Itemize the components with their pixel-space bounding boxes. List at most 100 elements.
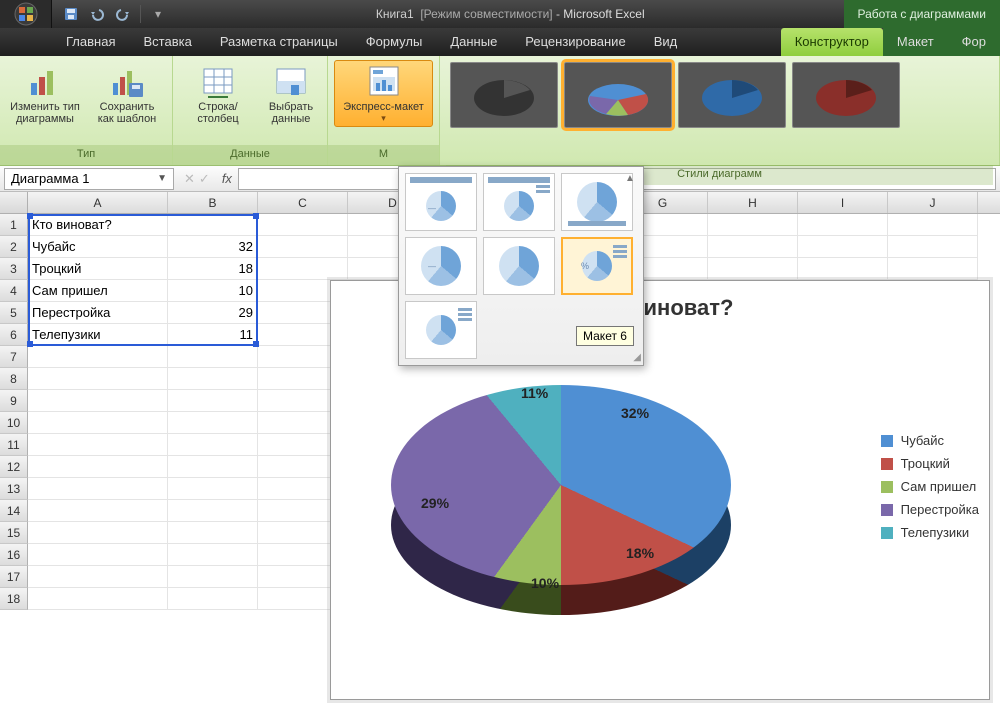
legend-item-0[interactable]: Чубайс bbox=[881, 433, 979, 448]
select-data-button[interactable]: Выбрать данные bbox=[261, 60, 321, 128]
cell-B15[interactable] bbox=[168, 522, 258, 544]
row-header-17[interactable]: 17 bbox=[0, 566, 28, 588]
cell-B5[interactable]: 29 bbox=[168, 302, 258, 324]
row-header-10[interactable]: 10 bbox=[0, 412, 28, 434]
cell-B2[interactable]: 32 bbox=[168, 236, 258, 258]
cell-A2[interactable]: Чубайс bbox=[28, 236, 168, 258]
undo-icon[interactable] bbox=[88, 5, 106, 23]
row-header-1[interactable]: 1 bbox=[0, 214, 28, 236]
enter-formula-icon[interactable]: ✓ bbox=[199, 171, 210, 187]
gallery-resize-grip[interactable]: ◢ bbox=[633, 352, 641, 363]
tab-Формулы[interactable]: Формулы bbox=[352, 28, 437, 56]
chart-style-3[interactable] bbox=[678, 62, 786, 128]
qat-customize-icon[interactable]: ▾ bbox=[149, 5, 167, 23]
cell-A10[interactable] bbox=[28, 412, 168, 434]
layout-option-4[interactable]: — bbox=[405, 237, 477, 295]
chart-legend[interactable]: Чубайс Троцкий Сам пришел Перестройка Телепу… bbox=[881, 425, 979, 548]
tab-Рецензирование[interactable]: Рецензирование bbox=[511, 28, 639, 56]
cell-A15[interactable] bbox=[28, 522, 168, 544]
cell-I2[interactable] bbox=[798, 236, 888, 258]
tab-Вид[interactable]: Вид bbox=[640, 28, 692, 56]
row-header-11[interactable]: 11 bbox=[0, 434, 28, 456]
cell-A16[interactable] bbox=[28, 544, 168, 566]
row-header-13[interactable]: 13 bbox=[0, 478, 28, 500]
cell-H3[interactable] bbox=[708, 258, 798, 280]
save-icon[interactable] bbox=[62, 5, 80, 23]
row-header-18[interactable]: 18 bbox=[0, 588, 28, 610]
cell-J1[interactable] bbox=[888, 214, 978, 236]
cell-B4[interactable]: 10 bbox=[168, 280, 258, 302]
cell-B13[interactable] bbox=[168, 478, 258, 500]
cell-A12[interactable] bbox=[28, 456, 168, 478]
cell-B11[interactable] bbox=[168, 434, 258, 456]
chevron-down-icon[interactable]: ▼ bbox=[157, 169, 167, 189]
layout-option-6[interactable]: % bbox=[561, 237, 633, 295]
row-header-16[interactable]: 16 bbox=[0, 544, 28, 566]
cell-A5[interactable]: Перестройка bbox=[28, 302, 168, 324]
legend-item-3[interactable]: Перестройка bbox=[881, 502, 979, 517]
cell-A18[interactable] bbox=[28, 588, 168, 610]
layout-option-7[interactable] bbox=[405, 301, 477, 359]
cell-A17[interactable] bbox=[28, 566, 168, 588]
tab-Вставка[interactable]: Вставка bbox=[129, 28, 205, 56]
row-header-3[interactable]: 3 bbox=[0, 258, 28, 280]
row-header-9[interactable]: 9 bbox=[0, 390, 28, 412]
row-header-6[interactable]: 6 bbox=[0, 324, 28, 346]
cell-H1[interactable] bbox=[708, 214, 798, 236]
layout-option-5[interactable] bbox=[483, 237, 555, 295]
change-chart-type-button[interactable]: Изменить тип диаграммы bbox=[6, 60, 84, 128]
column-header-C[interactable]: C bbox=[258, 192, 348, 213]
switch-row-column-button[interactable]: Строка/столбец bbox=[179, 60, 257, 128]
row-header-7[interactable]: 7 bbox=[0, 346, 28, 368]
legend-item-4[interactable]: Телепузики bbox=[881, 525, 979, 540]
legend-item-2[interactable]: Сам пришел bbox=[881, 479, 979, 494]
cell-B12[interactable] bbox=[168, 456, 258, 478]
cell-A13[interactable] bbox=[28, 478, 168, 500]
save-as-template-button[interactable]: Сохранить как шаблон bbox=[88, 60, 166, 128]
column-header-I[interactable]: I bbox=[798, 192, 888, 213]
redo-icon[interactable] bbox=[114, 5, 132, 23]
cell-C2[interactable] bbox=[258, 236, 348, 258]
chart-style-4[interactable] bbox=[792, 62, 900, 128]
cell-B3[interactable]: 18 bbox=[168, 258, 258, 280]
tab-Макет[interactable]: Макет bbox=[883, 28, 948, 56]
column-header-H[interactable]: H bbox=[708, 192, 798, 213]
layout-option-2[interactable] bbox=[483, 173, 555, 231]
cell-I1[interactable] bbox=[798, 214, 888, 236]
cell-B14[interactable] bbox=[168, 500, 258, 522]
cell-A3[interactable]: Троцкий bbox=[28, 258, 168, 280]
row-header-14[interactable]: 14 bbox=[0, 500, 28, 522]
cell-A6[interactable]: Телепузики bbox=[28, 324, 168, 346]
cell-B18[interactable] bbox=[168, 588, 258, 610]
row-header-2[interactable]: 2 bbox=[0, 236, 28, 258]
row-header-15[interactable]: 15 bbox=[0, 522, 28, 544]
row-header-12[interactable]: 12 bbox=[0, 456, 28, 478]
layout-option-3[interactable] bbox=[561, 173, 633, 231]
cell-A7[interactable] bbox=[28, 346, 168, 368]
tab-Конструктор[interactable]: Конструктор bbox=[781, 28, 883, 56]
tab-Фор[interactable]: Фор bbox=[948, 28, 1000, 56]
cell-A14[interactable] bbox=[28, 500, 168, 522]
row-header-8[interactable]: 8 bbox=[0, 368, 28, 390]
chart-style-2[interactable] bbox=[564, 62, 672, 128]
chart-style-1[interactable] bbox=[450, 62, 558, 128]
cell-J3[interactable] bbox=[888, 258, 978, 280]
quick-layout-button[interactable]: Экспресс-макет ▾ bbox=[334, 60, 433, 127]
cell-A8[interactable] bbox=[28, 368, 168, 390]
legend-item-1[interactable]: Троцкий bbox=[881, 456, 979, 471]
cell-B9[interactable] bbox=[168, 390, 258, 412]
fx-icon[interactable]: fx bbox=[216, 171, 238, 186]
cell-B6[interactable]: 11 bbox=[168, 324, 258, 346]
cell-A4[interactable]: Сам пришел bbox=[28, 280, 168, 302]
tab-Разметка страницы[interactable]: Разметка страницы bbox=[206, 28, 352, 56]
cell-J2[interactable] bbox=[888, 236, 978, 258]
cell-H2[interactable] bbox=[708, 236, 798, 258]
cell-B8[interactable] bbox=[168, 368, 258, 390]
row-header-4[interactable]: 4 bbox=[0, 280, 28, 302]
cell-A11[interactable] bbox=[28, 434, 168, 456]
select-all-corner[interactable] bbox=[0, 192, 28, 213]
gallery-scrollbar[interactable]: ▲▼ bbox=[625, 173, 641, 345]
cell-B17[interactable] bbox=[168, 566, 258, 588]
cell-C3[interactable] bbox=[258, 258, 348, 280]
column-header-A[interactable]: A bbox=[28, 192, 168, 213]
